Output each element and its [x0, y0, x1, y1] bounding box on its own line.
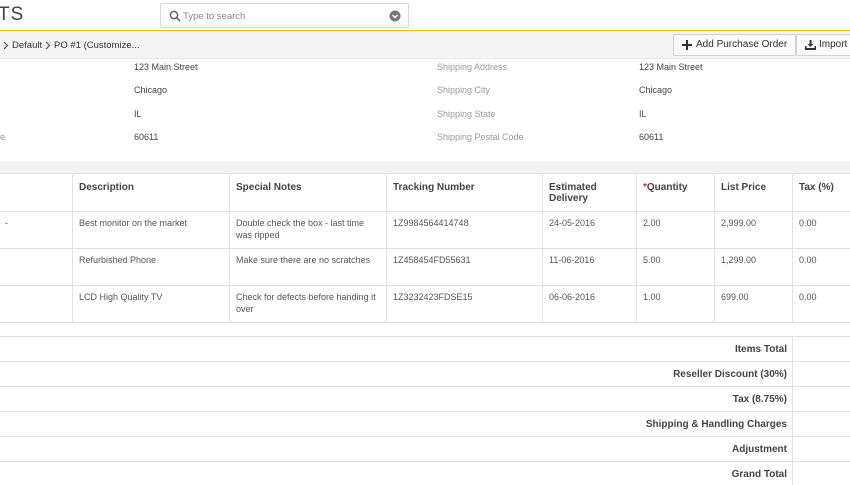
quantity-cell[interactable]: 2.00	[636, 211, 715, 249]
shipping-state-label: Shipping State	[437, 109, 496, 119]
billing-state-value: IL	[134, 109, 142, 119]
shipping-address-value: 123 Main Street	[639, 62, 703, 72]
totals-row: Grand Total	[0, 462, 850, 485]
quantity-cell[interactable]: 5.00	[636, 248, 715, 286]
table-header-row: Description Special Notes Tracking Numbe…	[0, 173, 850, 212]
plus-icon	[682, 40, 692, 50]
table-row[interactable]: - Best monitor on the market Double chec…	[0, 211, 850, 249]
tracking-number-cell[interactable]: 1Z458454FD55631	[386, 248, 543, 286]
table-row[interactable]: LCD High Quality TV Check for defects be…	[0, 285, 850, 323]
shipping-state-value: IL	[639, 109, 647, 119]
special-notes-cell[interactable]: Check for defects before handing it over	[229, 285, 387, 323]
column-header-tracking-number[interactable]: Tracking Number	[386, 173, 543, 212]
tax-cell[interactable]: 0.00	[792, 248, 850, 286]
line-items-table: Description Special Notes Tracking Numbe…	[0, 173, 850, 323]
add-purchase-order-label: Add Purchase Order	[696, 39, 788, 50]
column-header-special-notes[interactable]: Special Notes	[229, 173, 387, 212]
description-cell[interactable]: LCD High Quality TV	[72, 285, 230, 323]
grand-total-label: Grand Total	[731, 469, 787, 480]
totals-row: Shipping & Handling Charges	[0, 412, 850, 437]
tracking-number-cell[interactable]: 1Z9984564414748	[386, 211, 543, 249]
shipping-handling-label: Shipping & Handling Charges	[645, 419, 787, 430]
description-cell[interactable]: Refurbished Phone	[72, 248, 230, 286]
row-lead-cell	[0, 248, 73, 286]
grand-total-value[interactable]	[792, 462, 850, 485]
breadcrumb-bar: Default PO #1 (Customize... Add Purchase…	[0, 32, 850, 59]
estimated-delivery-cell[interactable]: 06-06-2016	[542, 285, 637, 323]
table-row[interactable]: Refurbished Phone Make sure there are no…	[0, 248, 850, 286]
special-notes-cell[interactable]: Make sure there are no scratches	[229, 248, 387, 286]
tax-total-value[interactable]	[792, 387, 850, 412]
app-title: TS	[0, 4, 25, 25]
download-icon	[805, 40, 816, 50]
special-notes-cell[interactable]: Double check the box - last time was rip…	[229, 211, 387, 249]
tax-cell[interactable]: 0.00	[792, 211, 850, 249]
list-price-cell[interactable]: 2,999.00	[714, 211, 793, 249]
billing-postal-code-label: le	[0, 132, 6, 142]
column-header-description[interactable]: Description	[72, 173, 230, 212]
totals-row: Items Total	[0, 337, 850, 362]
tracking-number-cell[interactable]: 1Z3232423FDSE15	[386, 285, 543, 323]
reseller-discount-label: Reseller Discount (30%)	[673, 369, 787, 380]
shipping-city-value: Chicago	[639, 85, 673, 95]
search-icon	[169, 10, 181, 22]
row-lead-cell: -	[0, 211, 73, 249]
quantity-cell[interactable]: 1.00	[636, 285, 715, 323]
column-header-estimated-delivery[interactable]: Estimated Delivery	[542, 173, 637, 212]
estimated-delivery-cell[interactable]: 24-05-2016	[542, 211, 637, 249]
add-purchase-order-button[interactable]: Add Purchase Order	[673, 34, 797, 56]
shipping-handling-value[interactable]	[792, 412, 850, 437]
chevron-right-icon	[3, 41, 9, 50]
address-section: le 123 Main Street Chicago IL 60611 Ship…	[0, 59, 850, 161]
search-input[interactable]	[183, 7, 383, 25]
billing-city-value: Chicago	[134, 85, 168, 95]
items-total-value[interactable]	[792, 337, 850, 362]
billing-address-value: 123 Main Street	[134, 62, 198, 72]
quantity-header-label: Quantity	[646, 182, 688, 193]
totals-row: Adjustment	[0, 437, 850, 462]
column-header-item[interactable]	[0, 173, 73, 212]
tax-cell[interactable]: 0.00	[792, 285, 850, 323]
breadcrumb-item-default[interactable]: Default	[12, 40, 42, 51]
column-header-tax[interactable]: Tax (%)	[792, 173, 850, 212]
totals-section: Items Total Reseller Discount (30%) Tax …	[0, 337, 850, 485]
shipping-postal-code-value: 60611	[639, 132, 664, 142]
breadcrumb-item-po[interactable]: PO #1 (Customize...	[54, 40, 140, 51]
shipping-city-label: Shipping City	[437, 85, 491, 95]
totals-row: Reseller Discount (30%)	[0, 362, 850, 387]
top-bar: TS	[0, 0, 850, 31]
import-label: Import	[819, 39, 848, 50]
shipping-postal-code-label: Shipping Postal Code	[437, 132, 524, 142]
chevron-right-icon	[45, 41, 51, 50]
column-header-list-price[interactable]: List Price	[714, 173, 793, 212]
description-cell[interactable]: Best monitor on the market	[72, 211, 230, 249]
adjustment-value[interactable]	[792, 437, 850, 462]
reseller-discount-value[interactable]	[792, 362, 850, 387]
estimated-delivery-cell[interactable]: 11-06-2016	[542, 248, 637, 286]
items-total-label: Items Total	[734, 344, 787, 355]
section-divider	[0, 161, 850, 173]
import-button[interactable]: Import	[796, 34, 850, 56]
list-price-cell[interactable]: 699.00	[714, 285, 793, 323]
chevron-down-circle-icon[interactable]	[389, 10, 401, 22]
billing-postal-code-value: 60611	[134, 132, 159, 142]
adjustment-label: Adjustment	[732, 444, 787, 455]
totals-spacer	[0, 323, 850, 337]
column-header-quantity[interactable]: *Quantity	[636, 173, 715, 212]
list-price-cell[interactable]: 1,299.00	[714, 248, 793, 286]
row-lead-cell	[0, 285, 73, 323]
totals-row: Tax (8.75%)	[0, 387, 850, 412]
tax-total-label: Tax (8.75%)	[732, 394, 787, 405]
shipping-address-label: Shipping Address	[437, 62, 508, 72]
search-box[interactable]	[160, 3, 409, 28]
